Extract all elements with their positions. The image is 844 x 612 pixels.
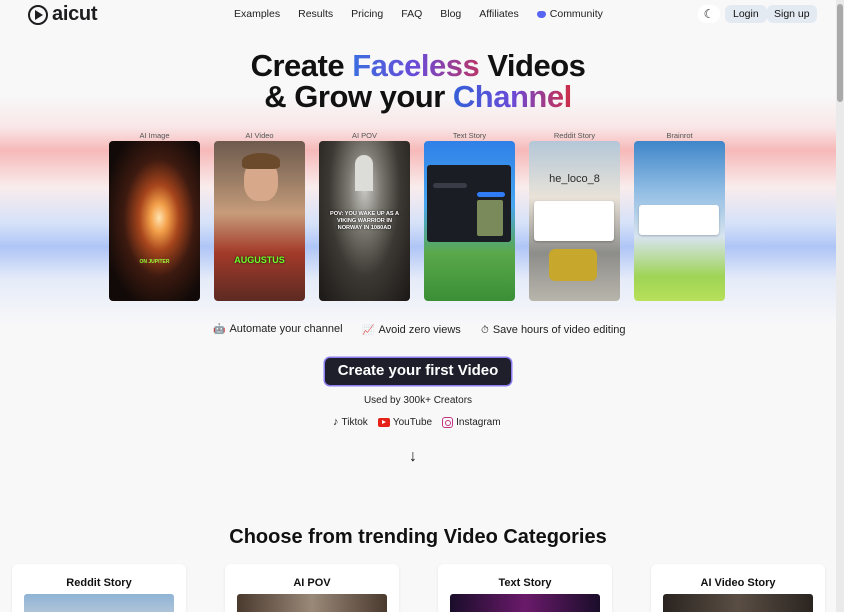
community-label: Community [549,8,603,20]
headline-highlight-channel: Channel [452,79,572,114]
reddit-post-card [534,201,614,241]
card-overlay-text: POV: YOU WAKE UP AS A VIKING WARRIOR IN … [329,211,399,231]
feature-text: Automate your channel [229,323,343,335]
card-thumbnail: he_loco_8 [529,141,620,301]
window-light [355,155,373,191]
headline-line-2: & Grow your Channel [0,81,836,112]
chat-screenshot [427,165,511,242]
youtube-icon [377,417,390,427]
category-thumbnail [450,594,600,612]
nav-link-results[interactable]: Results [298,8,333,20]
example-card-ai-video[interactable]: AI Video AUGUSTUS [214,131,305,302]
card-thumbnail [424,141,515,301]
category-thumbnail [237,594,387,612]
page: aicut Examples Results Pricing FAQ Blog … [0,0,836,612]
platform-tiktok: ♪ Tiktok [333,416,368,428]
card-label: AI Video [245,131,274,140]
category-title: Reddit Story [66,577,132,589]
nav-link-examples[interactable]: Examples [234,8,280,20]
platform-list: ♪ Tiktok YouTube Instagram [333,416,501,428]
category-card-reddit-story[interactable]: Reddit Story [12,564,186,612]
card-overlay-text: AUGUSTUS [234,255,285,265]
instagram-icon [442,416,454,428]
platform-label: Instagram [456,416,501,428]
hero-headline: Create Faceless Videos & Grow your Chann… [0,50,836,112]
chart-icon: 📈 [362,324,375,336]
logo[interactable]: aicut [28,3,97,26]
brand-name: aicut [52,3,98,25]
card-label: Text Story [452,131,487,140]
card-thumbnail: ON JUPITER [109,141,200,301]
card-overlay-text: he_loco_8 [549,173,600,185]
headline-text: Videos [479,48,586,83]
top-nav: aicut Examples Results Pricing FAQ Blog … [0,0,836,28]
card-thumbnail [634,141,725,301]
category-thumbnail [24,594,174,612]
theme-toggle-button[interactable]: ☾ [698,5,720,23]
nav-link-community[interactable]: Community [536,8,621,20]
feature-text: Save hours of video editing [492,324,626,336]
category-thumbnail [663,594,813,612]
nav-link-pricing[interactable]: Pricing [351,8,383,20]
category-title: AI Video Story [700,577,776,589]
platform-label: Tiktok [341,416,368,428]
car-image [549,249,597,281]
nav-link-blog[interactable]: Blog [440,8,461,20]
headline-highlight-faceless: Faceless [352,48,480,83]
categories-section-title: Choose from trending Video Categories [229,526,607,548]
feature-item: 📈 Avoid zero views [362,324,461,336]
example-card-brainrot[interactable]: Brainrot [634,131,725,302]
stopwatch-icon: ⏱ [481,324,489,336]
example-card-ai-image[interactable]: AI Image ON JUPITER [109,131,200,302]
vertical-scrollbar[interactable] [836,0,844,612]
card-label: Reddit Story [553,131,596,140]
headline-text: Create [250,48,353,83]
chat-image [477,200,503,236]
headline-line-1: Create Faceless Videos [0,50,836,81]
reddit-post-card [639,205,719,235]
feature-item: 🤖 Automate your channel [213,323,343,335]
platform-youtube: YouTube [377,416,433,428]
category-card-ai-pov[interactable]: AI POV [225,564,399,612]
robot-icon: 🤖 [213,323,226,335]
feature-text: Avoid zero views [378,324,461,336]
nav-link-affiliates[interactable]: Affiliates [479,8,519,20]
headline-text: & Grow your [264,79,453,114]
tiktok-icon: ♪ [333,416,339,428]
nav-menu: Examples Results Pricing FAQ Blog Affili… [234,8,639,20]
card-label: Brainrot [666,131,693,140]
example-card-ai-pov[interactable]: AI POV POV: YOU WAKE UP AS A VIKING WARR… [319,131,410,302]
category-card-ai-video-story[interactable]: AI Video Story [651,564,825,612]
card-overlay-text: ON JUPITER [139,259,170,265]
login-button[interactable]: Login [725,5,767,23]
play-logo-icon [28,4,48,25]
social-proof-text: Used by 300k+ Creators [363,395,473,406]
card-thumbnail: POV: YOU WAKE UP AS A VIKING WARRIOR IN … [319,141,410,301]
example-card-text-story[interactable]: Text Story [424,131,515,302]
nav-link-faq[interactable]: FAQ [401,8,422,20]
category-title: Text Story [498,577,552,589]
chat-bubble [477,192,505,197]
discord-icon [536,10,546,18]
scrollbar-thumb[interactable] [837,4,843,102]
portrait-hair [242,153,280,169]
chat-bubble [433,183,467,188]
example-card-reddit-story[interactable]: Reddit Story he_loco_8 [529,131,620,302]
card-thumbnail: AUGUSTUS [214,141,305,301]
example-video-cards: AI Image ON JUPITER AI Video AUGUSTUS AI… [109,131,725,302]
create-first-video-button[interactable]: Create your first Video [325,358,511,385]
platform-label: YouTube [392,416,433,428]
card-label: AI POV [351,131,377,140]
card-label: AI Image [139,131,170,140]
category-card-text-story[interactable]: Text Story [438,564,612,612]
scroll-down-arrow-icon[interactable]: ↓ [409,448,417,466]
platform-instagram: Instagram [442,416,501,428]
category-title: AI POV [293,577,331,589]
moon-icon: ☾ [703,7,715,21]
signup-button[interactable]: Sign up [767,5,817,23]
feature-item: ⏱ Save hours of video editing [481,324,626,336]
